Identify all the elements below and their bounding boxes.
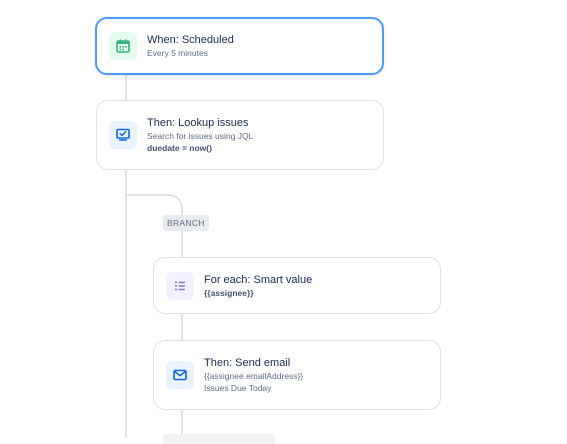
lookup-title: Then: Lookup issues	[147, 117, 249, 129]
send-email-title: Then: Send email	[204, 357, 291, 369]
lookup-issues-card[interactable]: Then: Lookup issues Search for issues us…	[96, 100, 384, 170]
lookup-jql-query: duedate = now()	[147, 143, 212, 153]
trigger-subtitle: Every 5 minutes	[147, 48, 208, 58]
lookup-subtitle: Search for issues using JQL	[147, 131, 254, 141]
trigger-title: When: Scheduled	[147, 34, 234, 46]
list-icon	[166, 271, 194, 300]
send-email-card[interactable]: Then: Send email {{assignee.emailAddress…	[153, 340, 441, 410]
branch-label: BRANCH	[163, 215, 209, 231]
send-email-recipient: {{assignee.emailAddress}}	[204, 371, 304, 381]
automation-flow-canvas: When: Scheduled Every 5 minutes Then: Lo…	[0, 0, 567, 444]
calendar-icon	[109, 32, 137, 60]
monitor-check-icon	[109, 121, 137, 149]
trigger-card[interactable]: When: Scheduled Every 5 minutes	[95, 17, 384, 75]
for-each-smart-value: {{assignee}}	[204, 287, 254, 298]
for-each-card[interactable]: For each: Smart value {{assignee}}	[153, 257, 441, 314]
for-each-title: For each: Smart value	[204, 273, 313, 286]
next-step-placeholder[interactable]	[163, 434, 275, 444]
mail-icon	[166, 361, 194, 389]
send-email-subject: Issues Due Today	[204, 383, 272, 393]
